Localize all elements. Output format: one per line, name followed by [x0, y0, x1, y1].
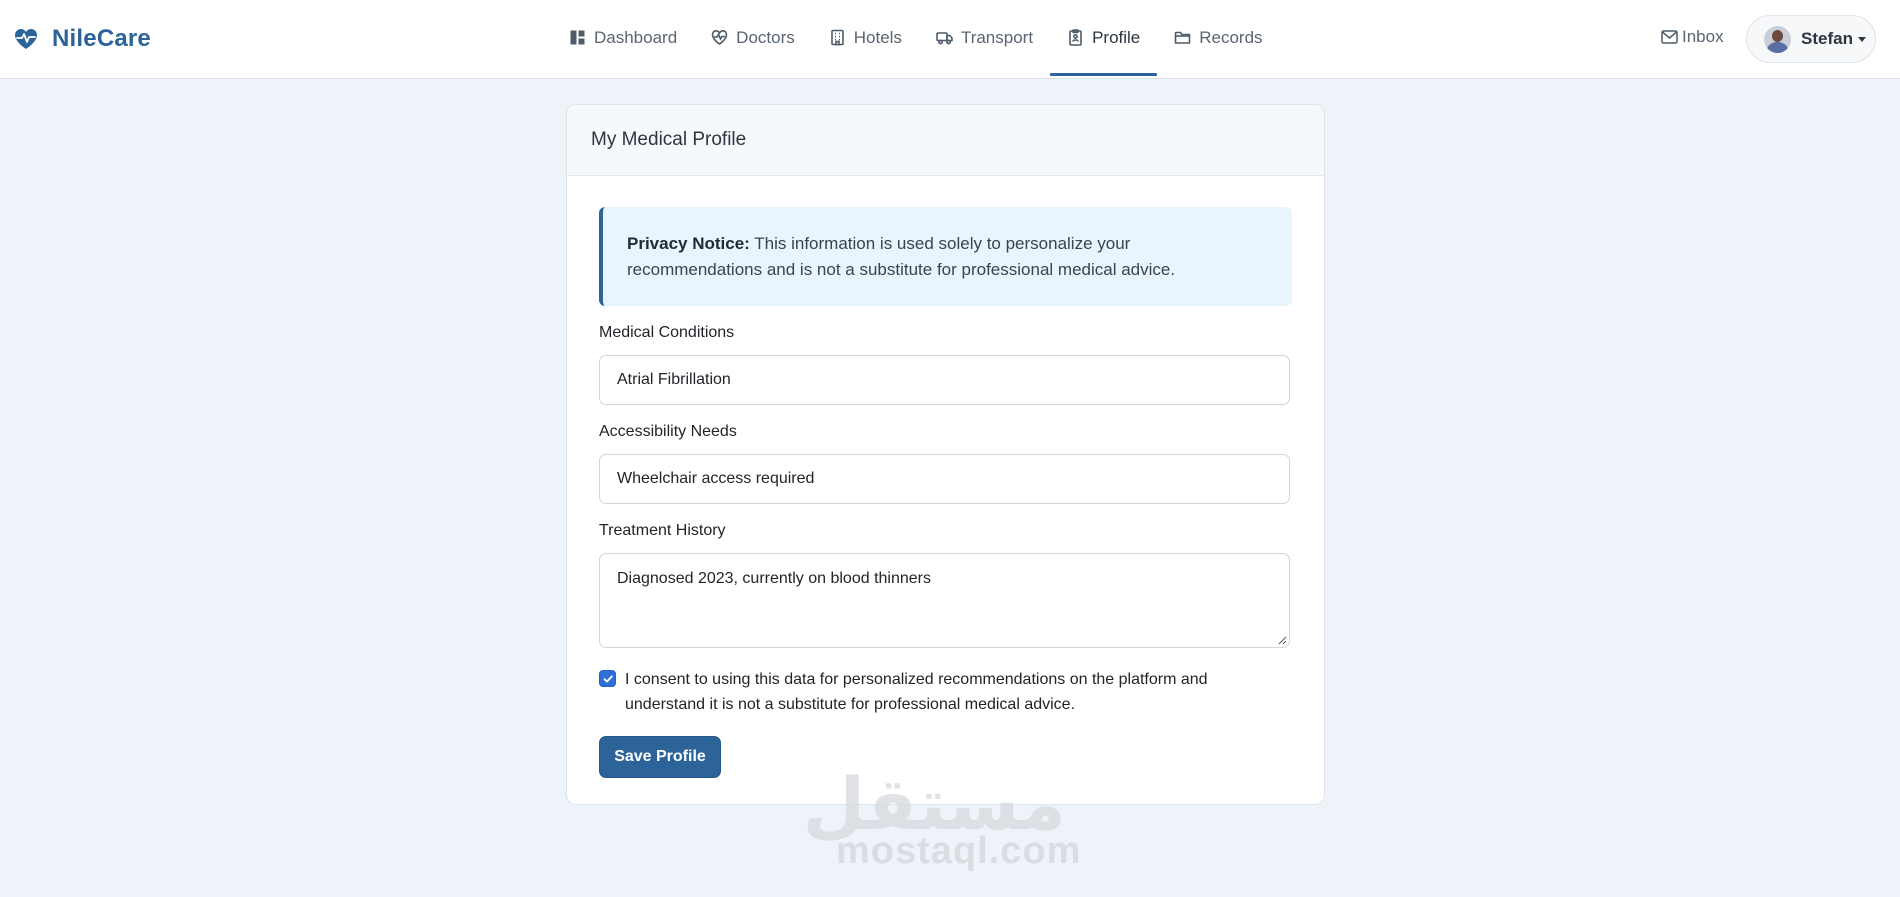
avatar — [1764, 25, 1791, 53]
chevron-down-icon — [1857, 36, 1866, 42]
heart-pulse-icon — [15, 29, 37, 49]
nav-label-dashboard: Dashboard — [594, 27, 678, 47]
clipboard-icon — [1069, 29, 1082, 46]
nav-item-profile[interactable]: Profile — [1050, 0, 1158, 76]
user-name: Stefan — [1801, 29, 1853, 48]
building-icon — [830, 29, 844, 46]
card-header: My Medical Profile — [567, 105, 1324, 176]
nav-label-hotels: Hotels — [853, 27, 902, 47]
inbox-link[interactable]: Inbox — [1661, 27, 1724, 47]
accessibility-needs-value: Wheelchair access required — [617, 470, 815, 487]
medical-conditions-value: Atrial Fibrillation — [617, 371, 731, 388]
nav-label-profile: Profile — [1092, 27, 1141, 47]
medical-profile-card: My Medical Profile Privacy Notice: This … — [566, 104, 1325, 805]
medical-conditions-label: Medical Conditions — [599, 324, 735, 341]
top-navbar: NileCare Dashboard Doctors Hotels Transp… — [0, 0, 1900, 79]
nav-item-dashboard[interactable]: Dashboard — [552, 0, 694, 75]
nav-label-doctors: Doctors — [736, 27, 795, 47]
nav-item-hotels[interactable]: Hotels — [812, 0, 919, 75]
dashboard-icon — [570, 30, 585, 45]
accessibility-needs-input[interactable]: Wheelchair access required — [599, 454, 1290, 504]
treatment-history-label: Treatment History — [599, 522, 726, 539]
consent-checkbox[interactable] — [599, 670, 616, 687]
treatment-history-value: Diagnosed 2023, currently on blood thinn… — [617, 570, 931, 587]
user-menu-button[interactable]: Stefan — [1746, 15, 1876, 63]
main-nav: Dashboard Doctors Hotels Transport Profi… — [552, 0, 1280, 79]
card-body: Privacy Notice: This information is used… — [567, 176, 1324, 778]
nav-label-records: Records — [1199, 27, 1263, 47]
consent-text: I consent to using this data for persona… — [625, 671, 1208, 713]
watermark-latin: mostaql.com — [836, 830, 1082, 872]
brand-logo[interactable]: NileCare — [14, 24, 151, 54]
nav-item-doctors[interactable]: Doctors — [694, 0, 812, 75]
inbox-label: Inbox — [1682, 27, 1724, 46]
truck-icon — [936, 32, 953, 45]
checkmark-icon — [603, 674, 613, 683]
treatment-history-textarea[interactable]: Diagnosed 2023, currently on blood thinn… — [599, 553, 1290, 648]
consent-row: I consent to using this data for persona… — [599, 667, 1290, 717]
nav-item-transport[interactable]: Transport — [919, 0, 1050, 75]
privacy-notice-title: Privacy Notice: — [627, 234, 750, 253]
page-title: My Medical Profile — [591, 129, 747, 150]
envelope-icon — [1661, 30, 1678, 44]
save-profile-button[interactable]: Save Profile — [599, 736, 721, 778]
resize-handle-icon[interactable] — [1277, 635, 1287, 645]
heart-icon — [711, 29, 728, 45]
brand-name: NileCare — [52, 25, 151, 52]
watermark: مستقل mostaql.com — [803, 768, 1082, 872]
privacy-notice: Privacy Notice: This information is used… — [599, 207, 1292, 306]
accessibility-needs-label: Accessibility Needs — [599, 423, 737, 440]
nav-label-transport: Transport — [960, 27, 1034, 47]
folder-icon — [1174, 31, 1191, 44]
medical-conditions-input[interactable]: Atrial Fibrillation — [599, 355, 1290, 405]
nav-item-records[interactable]: Records — [1157, 0, 1279, 75]
